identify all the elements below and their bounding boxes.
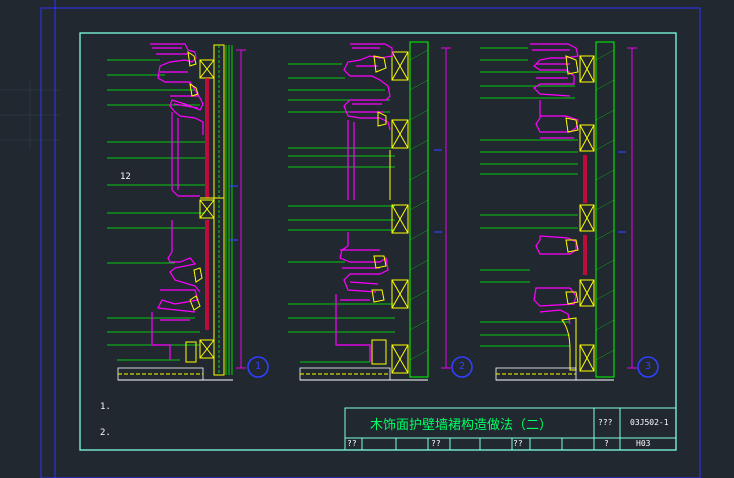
title-block-mark-2: ? [604,439,609,448]
section-2[interactable] [288,41,473,381]
section-2-dimension [441,47,451,369]
drawing-number: 03J502-1 [630,418,669,427]
section-2-marker-number: 2 [459,361,466,372]
section-3[interactable] [480,41,659,381]
section-3-marker-number: 3 [645,361,652,372]
title-block-mark-1: ??? [598,418,613,427]
section-1-leaders [107,59,205,361]
dimension-label-12: 12 [120,172,131,182]
note-2: 2. [100,428,111,438]
section-3-leaders [480,47,578,347]
section-3-wall [579,41,615,378]
section-2-moldings [335,43,393,362]
section-1-dimension [236,49,246,369]
model-space-grid [0,80,60,150]
title-block-mark-3: ?? [347,439,357,448]
page-number: H03 [636,439,651,448]
title-block-mark-4: ?? [431,439,441,448]
note-1: 1. [100,402,111,412]
drawing-title: 木饰面护壁墙裙构造做法（二） [370,418,553,433]
section-2-floor [299,367,428,381]
section-1-wall [199,44,233,376]
section-1-floor [117,367,233,381]
section-3-dimension [627,47,637,369]
section-1[interactable] [107,43,269,381]
section-1-moldings [150,43,204,360]
title-block-mark-5: ?? [513,439,523,448]
section-1-marker-number: 1 [255,361,262,372]
section-2-leaders [288,63,395,363]
section-2-wall [389,41,429,378]
